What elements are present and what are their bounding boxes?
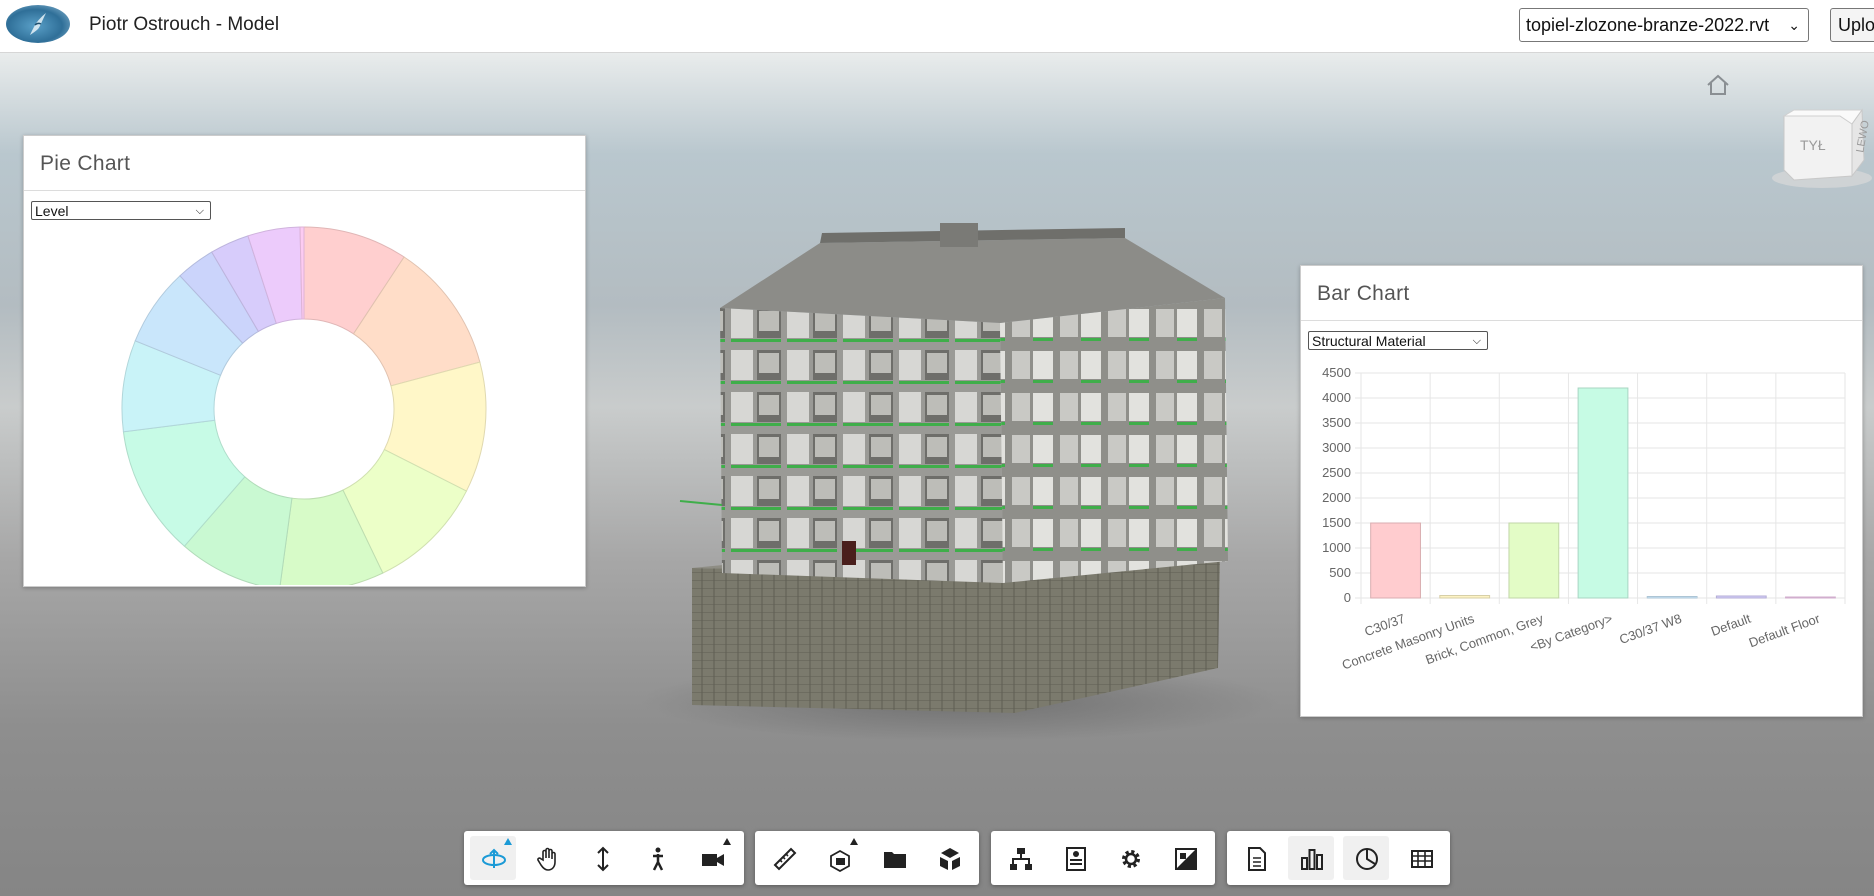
app-header: Piotr Ostrouch - Model topiel-zlozone-br… [0, 0, 1874, 53]
x-tick-label: Default [1709, 611, 1753, 639]
bar[interactable] [1439, 595, 1491, 599]
model-file-select[interactable]: topiel-zlozone-branze-2022.rvt ⌄ [1519, 8, 1809, 42]
camera-button[interactable] [689, 836, 735, 880]
first-person-button[interactable] [634, 836, 680, 880]
bar[interactable] [1646, 596, 1698, 599]
measure-button[interactable] [761, 836, 807, 880]
first-person-icon [652, 847, 664, 871]
table-button[interactable] [1398, 836, 1444, 880]
bar-chart-icon [1301, 849, 1323, 870]
chevron-down-icon: ⌵ [195, 205, 204, 217]
bar[interactable] [1370, 522, 1421, 599]
section-button[interactable] [816, 836, 862, 880]
pie-chart-icon [1356, 848, 1378, 870]
fullscreen-button[interactable] [1162, 836, 1208, 880]
settings-icon [1122, 850, 1140, 868]
y-tick-label: 1500 [1322, 515, 1351, 530]
properties-button[interactable] [1052, 836, 1098, 880]
document-icon [1248, 847, 1266, 871]
zoom-button[interactable] [579, 836, 625, 880]
bar-group-value: Structural Material [1312, 333, 1426, 349]
bar-group-select[interactable]: Structural Material ⌵ [1308, 331, 1488, 350]
document-button[interactable] [1233, 836, 1279, 880]
orbit-button[interactable] [470, 836, 516, 880]
bar[interactable] [1715, 595, 1767, 599]
pan-button[interactable] [524, 836, 570, 880]
section-icon [830, 849, 850, 872]
zoom-icon [597, 846, 609, 872]
model-browser-button[interactable] [871, 836, 917, 880]
bar[interactable] [1785, 596, 1836, 599]
bar-chart-button[interactable] [1288, 836, 1334, 880]
y-tick-label: 2000 [1322, 490, 1351, 505]
pie-group-value: Level [35, 203, 69, 219]
x-tick-label: C30/37 [1362, 611, 1407, 639]
bar-panel-title: Bar Chart [1301, 266, 1862, 321]
y-tick-label: 3500 [1322, 415, 1351, 430]
y-tick-label: 1000 [1322, 540, 1351, 555]
chevron-down-icon: ⌄ [1788, 17, 1800, 33]
x-tick-label: Default Floor [1747, 610, 1823, 650]
bar[interactable] [1577, 387, 1629, 599]
y-tick-label: 3000 [1322, 440, 1351, 455]
model-structure-button[interactable] [997, 836, 1043, 880]
bar-chart-panel[interactable]: Bar Chart Structural Material ⌵ 0 500 1000… [1300, 265, 1863, 717]
toolbar-extensions-group [1227, 831, 1450, 885]
flyout-indicator-icon [850, 838, 858, 845]
y-tick-label: 500 [1329, 565, 1351, 580]
explode-button[interactable] [926, 836, 972, 880]
app-logo[interactable] [6, 5, 70, 43]
3d-viewer[interactable]: TYŁ LEWO Pie Chart Level ⌵ Bar Chart Str… [0, 53, 1874, 896]
pan-icon [537, 847, 556, 871]
bar-chart: 0 500 1000 1500 2000 2500 3000 3500 4000 4500 C30/… [1322, 365, 1846, 673]
pie-group-select[interactable]: Level ⌵ [31, 201, 211, 220]
bar-chart-area: 0 500 1000 1500 2000 2500 3000 3500 4000 4500 C30/… [1301, 356, 1862, 715]
y-tick-label: 2500 [1322, 465, 1351, 480]
camera-icon [702, 854, 724, 866]
flyout-indicator-icon [723, 838, 731, 845]
y-tick-label: 0 [1344, 590, 1351, 605]
home-icon[interactable] [1705, 73, 1731, 97]
pie-panel-title: Pie Chart [24, 136, 585, 191]
chevron-down-icon: ⌵ [1472, 335, 1481, 347]
y-tick-label: 4000 [1322, 390, 1351, 405]
page-title: Piotr Ostrouch - Model [89, 14, 280, 35]
explode-icon [940, 848, 960, 870]
properties-icon [1066, 847, 1086, 871]
viewcube[interactable]: TYŁ LEWO [1770, 108, 1874, 198]
toolbar-tools-group [755, 831, 979, 885]
settings-button[interactable] [1107, 836, 1153, 880]
upload-button[interactable]: Upload [1830, 8, 1874, 42]
pie-chart-area [24, 226, 585, 585]
toolbar-navigation-group [464, 831, 744, 885]
fullscreen-icon [1175, 848, 1197, 870]
measure-icon [773, 847, 797, 871]
model-structure-icon [1010, 848, 1032, 870]
x-tick-label: Brick, Common, Grey [1423, 611, 1545, 668]
pie-chart-panel[interactable]: Pie Chart Level ⌵ [23, 135, 586, 587]
x-tick-label: C30/37 W8 [1617, 611, 1683, 647]
table-icon [1411, 850, 1433, 868]
y-tick-label: 4500 [1322, 365, 1351, 380]
model-browser-icon [884, 852, 906, 868]
model-file-value: topiel-zlozone-branze-2022.rvt [1526, 15, 1770, 35]
pie-chart [121, 226, 487, 585]
pie-chart-button[interactable] [1343, 836, 1389, 880]
bar[interactable] [1508, 522, 1560, 599]
toolbar-model-group [991, 831, 1215, 885]
flyout-indicator-icon [504, 838, 512, 845]
viewcube-face-back[interactable]: TYŁ [1800, 137, 1826, 153]
orbit-icon [482, 848, 506, 868]
bird-logo-icon [30, 13, 46, 35]
